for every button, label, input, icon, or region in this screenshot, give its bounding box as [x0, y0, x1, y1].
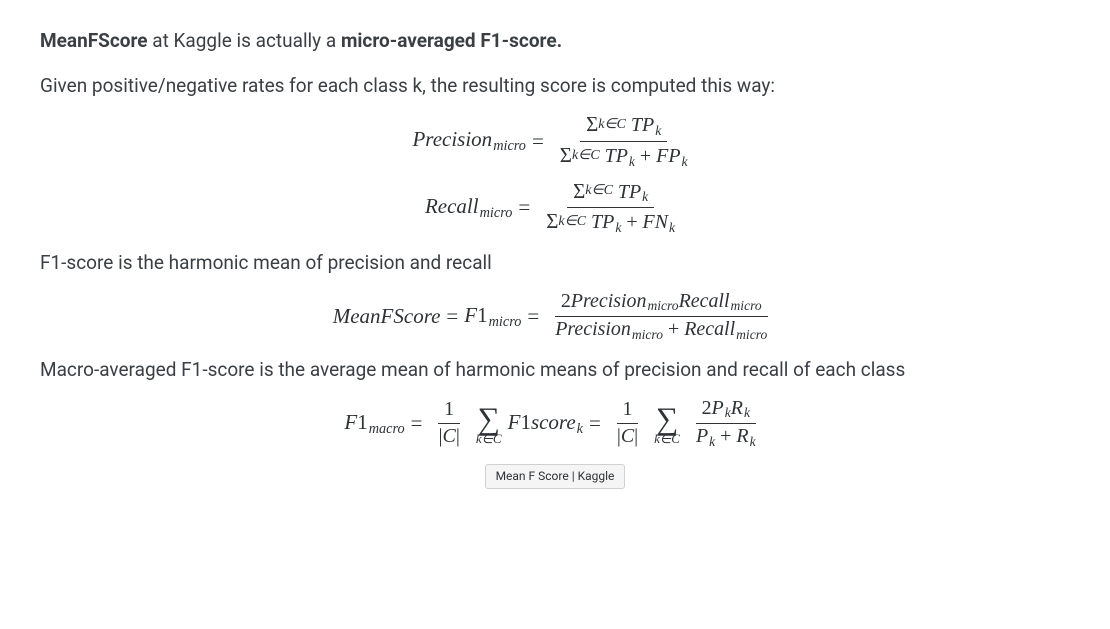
precision-num-tp: TP [631, 114, 654, 136]
intro-bold-2: micro-averaged F1-score. [341, 29, 562, 52]
document-page: MeanFScore at Kaggle is actually a micro… [0, 0, 1110, 629]
harmonic-text: F1-score is the harmonic mean of precisi… [40, 250, 1070, 277]
macro-harmonic-fraction: 2PkRk Pk + Rk [690, 398, 762, 450]
recall-sub: micro [479, 205, 513, 221]
intro-plain-1: at Kaggle is actually a [148, 29, 341, 52]
precision-eq: = [532, 127, 544, 156]
equation-recall-micro: Recallmicro = Σk∈C TPk Σk∈C TPk + FNk [40, 180, 1070, 236]
f1micro-fraction: 2PrecisionmicroRecallmicro Precisionmicr… [549, 291, 773, 343]
intro-bold-1: MeanFScore [40, 29, 148, 52]
precision-den-tp: TP [605, 145, 628, 167]
equation-f1-macro: F1macro = 1 |C| ∑ k∈C F1scorek = 1 |C| ∑… [40, 398, 1070, 450]
intro-sentence: MeanFScore at Kaggle is actually a micro… [40, 28, 1070, 55]
precision-den-limit: k∈C [572, 148, 600, 163]
intro-explain: Given positive/negative rates for each c… [40, 73, 1070, 100]
equation-precision-micro: Precisionmicro = Σk∈C TPk Σk∈C TPk + FPk [40, 113, 1070, 169]
macro-sum-1: ∑ k∈C [476, 403, 502, 446]
precision-word: Precision [412, 127, 492, 151]
precision-den-fp: FP [656, 145, 680, 167]
macro-one-over-c-1: 1 |C| [433, 399, 466, 448]
precision-fraction: Σk∈C TPk Σk∈C TPk + FPk [554, 113, 694, 169]
recall-fraction: Σk∈C TPk Σk∈C TPk + FNk [540, 180, 681, 236]
macro-text: Macro-averaged F1-score is the average m… [40, 357, 1070, 384]
precision-sub: micro [492, 138, 526, 154]
kaggle-link-chip[interactable]: Mean F Score | Kaggle [485, 464, 626, 489]
macro-one-over-c-2: 1 |C| [611, 399, 644, 448]
recall-word: Recall [425, 194, 479, 218]
equation-f1-micro: MeanFScore = F1micro = 2PrecisionmicroRe… [40, 291, 1070, 343]
macro-sum-2: ∑ k∈C [654, 403, 680, 446]
meanfscore-label: MeanFScore [333, 302, 441, 331]
precision-num-limit: k∈C [598, 117, 626, 132]
link-chip-wrap: Mean F Score | Kaggle [40, 462, 1070, 489]
